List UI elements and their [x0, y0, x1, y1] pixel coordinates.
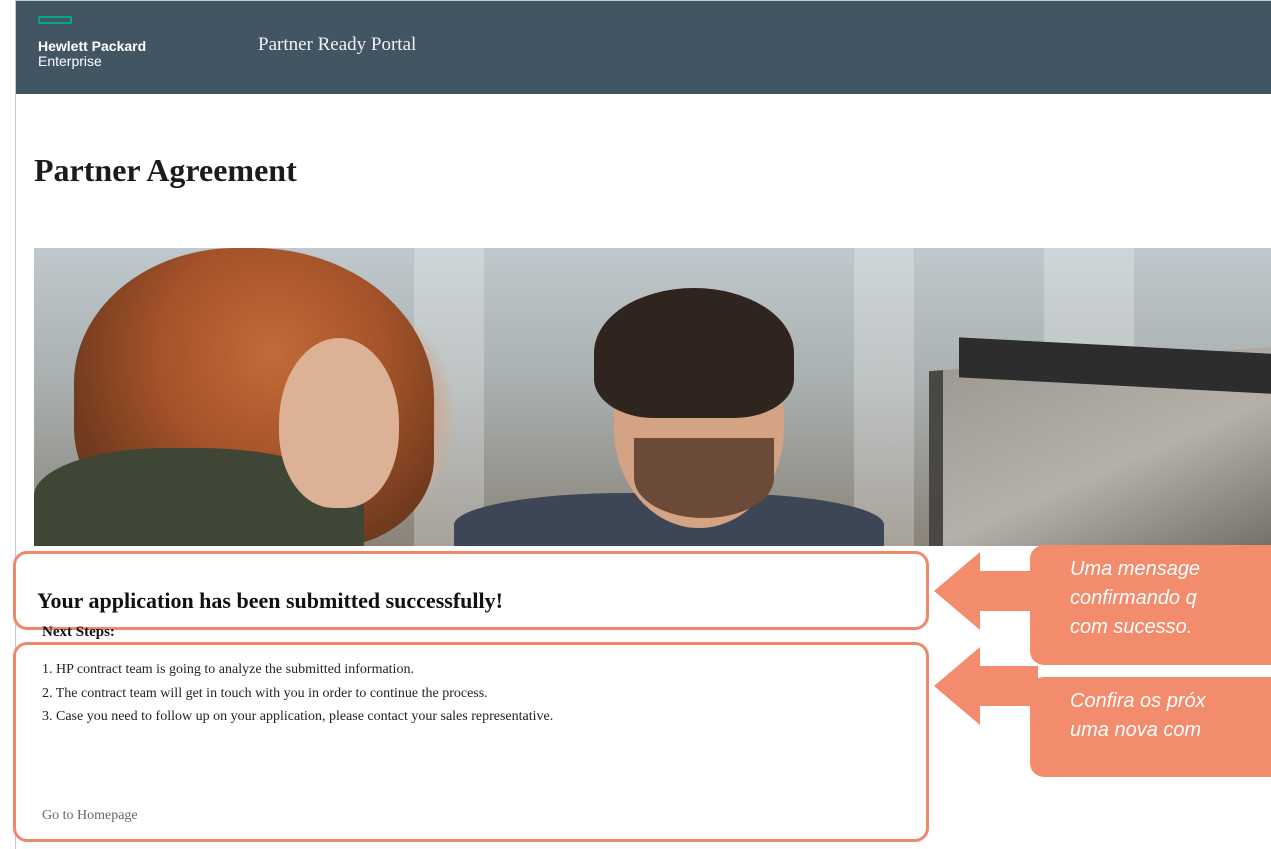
callout-next-steps: Confira os próx uma nova com	[1030, 677, 1271, 777]
arrow-shaft	[978, 571, 1038, 611]
list-item: 1. HP contract team is going to analyze …	[42, 662, 414, 677]
list-item: 2. The contract team will get in touch w…	[42, 685, 488, 701]
callout-success: Uma mensage confirmando q com sucesso.	[1030, 545, 1271, 665]
arrow-left-icon	[934, 647, 980, 725]
hero-image	[34, 248, 1271, 546]
hpe-logo-icon[interactable]	[38, 16, 72, 24]
next-steps-list: 1. HP contract team is going to analyze …	[42, 658, 553, 729]
man-beard	[634, 438, 774, 518]
logo-line2: Enterprise	[38, 53, 102, 69]
callout-line: confirmando q	[1070, 587, 1197, 609]
portal-title[interactable]: Partner Ready Portal	[258, 34, 416, 56]
next-steps-title: Next Steps:	[42, 624, 115, 640]
man-hair	[594, 288, 794, 418]
woman-face	[279, 338, 399, 508]
callout-line: Uma mensage	[1070, 558, 1201, 580]
callout-line: Confira os próx	[1070, 690, 1206, 712]
success-message: Your application has been submitted succ…	[37, 588, 503, 613]
callout-line: uma nova com	[1070, 719, 1202, 741]
go-to-homepage-link[interactable]: Go to Homepage	[42, 808, 138, 824]
callout-line: com sucesso.	[1070, 616, 1193, 638]
list-item: 3. Case you need to follow up on your ap…	[42, 709, 554, 724]
top-nav-bar: Hewlett Packard Enterprise Partner Ready…	[16, 1, 1271, 94]
hpe-logo[interactable]: Hewlett Packard Enterprise	[38, 39, 146, 69]
page-title: Partner Agreement	[34, 152, 297, 188]
background-window	[854, 248, 914, 546]
logo-line1: Hewlett Packard	[38, 38, 147, 54]
arrow-shaft	[978, 666, 1038, 706]
arrow-left-icon	[934, 552, 980, 630]
